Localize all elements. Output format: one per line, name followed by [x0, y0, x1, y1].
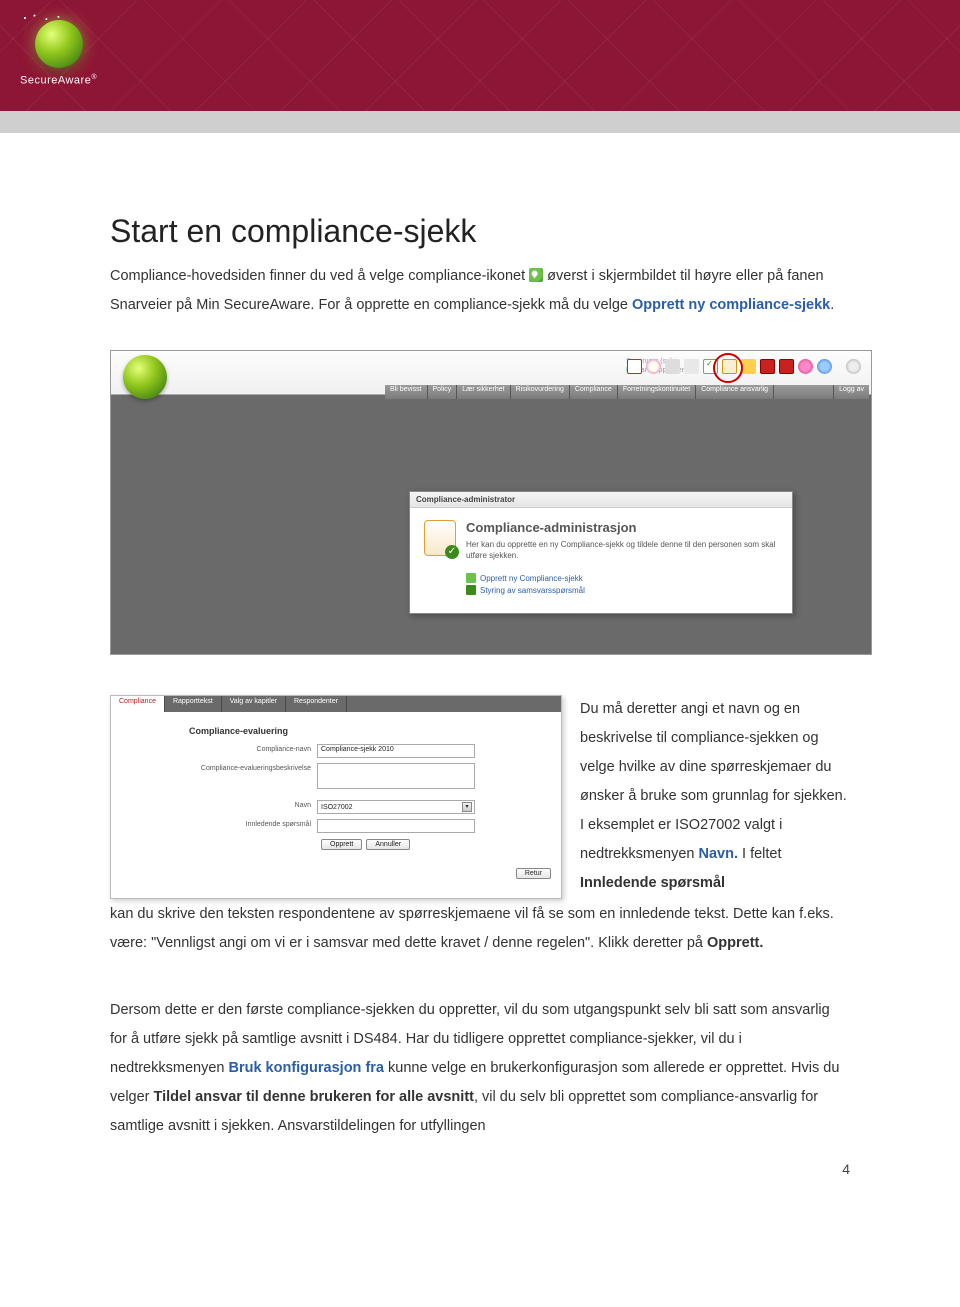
- page-number: 4: [110, 1161, 850, 1177]
- page-title: Start en compliance-sjekk: [110, 213, 850, 250]
- toolbar-icon-9[interactable]: [798, 359, 813, 374]
- app-menubar: Bli bevisst Policy Lær sikkerhet Risikov…: [385, 385, 869, 399]
- screenshot-main-window: Superuser (su) Du har 0 oppgaver: [110, 350, 872, 655]
- annotation-circle: [713, 353, 743, 383]
- manage-icon: [466, 585, 476, 595]
- brand-logo: SecureAware®: [20, 20, 97, 87]
- toolbar-icon-7[interactable]: [741, 359, 756, 374]
- tab-compliance[interactable]: Compliance: [111, 696, 165, 712]
- toolbar-icon-8[interactable]: [760, 359, 775, 374]
- toolbar-icon-1[interactable]: [627, 359, 642, 374]
- screenshot-form-window: Compliance Rapporttekst Valg av kapitler…: [110, 695, 562, 899]
- opprett-ny-compliance-link[interactable]: Opprett ny Compliance-sjekk: [466, 573, 778, 583]
- input-innledende[interactable]: [317, 819, 475, 833]
- styring-samsvar-link[interactable]: Styring av samsvarsspørsmål: [466, 585, 778, 595]
- tab-rapporttekst[interactable]: Rapporttekst: [165, 696, 222, 712]
- paragraph-2-part2: kan du skrive den teksten respondentene …: [110, 900, 850, 958]
- menu-bli-bevisst[interactable]: Bli bevisst: [385, 385, 428, 399]
- tildel-bold: Tildel ansvar til denne brukeren for all…: [154, 1089, 474, 1105]
- paragraph-2-part1: Du må deretter angi et navn og en beskri…: [580, 695, 850, 898]
- form-heading: Compliance-evaluering: [189, 726, 547, 736]
- topbar-icons: [627, 359, 861, 374]
- innledende-bold: Innledende spørsmål: [580, 875, 725, 891]
- paragraph-3: Dersom dette er den første compliance-sj…: [110, 996, 850, 1141]
- label-innledende: Innledende spørsmål: [189, 819, 317, 828]
- select-navn[interactable]: ISO27002 ▾: [317, 800, 475, 814]
- navn-highlight: Navn.: [698, 846, 738, 862]
- label-navn-select: Navn: [189, 800, 317, 809]
- header-pattern: [0, 0, 960, 111]
- bruk-konfig-highlight: Bruk konfigurasjon fra: [228, 1060, 384, 1076]
- brand-text: SecureAware®: [20, 74, 97, 87]
- opprett-button[interactable]: Opprett: [321, 839, 362, 850]
- new-check-icon: [466, 573, 476, 583]
- toolbar-icon-8b[interactable]: [779, 359, 794, 374]
- dialog-heading: Compliance-administrasjon: [466, 520, 778, 535]
- chevron-down-icon: ▾: [462, 802, 472, 812]
- menu-compliance[interactable]: Compliance: [570, 385, 618, 399]
- menu-logg-av[interactable]: Logg av: [833, 385, 869, 399]
- toolbar-icon-4[interactable]: [684, 359, 699, 374]
- tab-respondenter[interactable]: Respondenter: [286, 696, 347, 712]
- grey-strip: [0, 111, 960, 133]
- form-tabs: Compliance Rapporttekst Valg av kapitler…: [111, 696, 561, 712]
- menu-policy[interactable]: Policy: [428, 385, 458, 399]
- menu-laer-sikkerhet[interactable]: Lær sikkerhet: [457, 385, 510, 399]
- opprett-bold: Opprett.: [707, 935, 763, 951]
- label-compliance-navn: Compliance-navn: [189, 744, 317, 753]
- toolbar-icon-2[interactable]: [646, 359, 661, 374]
- menu-risikovurdering[interactable]: Risikovurdering: [511, 385, 570, 399]
- page-content: Start en compliance-sjekk Compliance-hov…: [0, 133, 960, 1217]
- opprett-link-text: Opprett ny compliance-sjekk: [632, 297, 830, 313]
- compliance-admin-dialog: Compliance-administrator Compliance-admi…: [409, 491, 793, 614]
- logo-orb-icon: [35, 20, 83, 68]
- globe-icon[interactable]: [846, 359, 861, 374]
- retur-button[interactable]: Retur: [516, 868, 551, 879]
- input-compliance-navn[interactable]: Compliance-sjekk 2010: [317, 744, 475, 758]
- label-beskrivelse: Compliance-evalueringsbeskrivelse: [189, 763, 317, 772]
- annuller-button[interactable]: Annuller: [366, 839, 410, 850]
- menu-compliance-ansvarlig[interactable]: Compliance ansvarlig: [696, 385, 774, 399]
- tab-valg-kapitler[interactable]: Valg av kapitler: [222, 696, 286, 712]
- toolbar-icon-3[interactable]: [665, 359, 680, 374]
- menu-forretningskontinuitet[interactable]: Forretningskontinuitet: [618, 385, 696, 399]
- dialog-title: Compliance-administrator: [410, 492, 792, 508]
- dialog-description: Her kan du opprette en ny Compliance-sje…: [466, 539, 778, 561]
- compliance-icon: [529, 268, 543, 282]
- clipboard-check-icon: [424, 520, 456, 556]
- intro-paragraph: Compliance-hovedsiden finner du ved å ve…: [110, 262, 850, 320]
- app-logo-icon: [123, 355, 167, 399]
- header-band: SecureAware®: [0, 0, 960, 111]
- input-beskrivelse[interactable]: [317, 763, 475, 789]
- help-icon[interactable]: [817, 359, 832, 374]
